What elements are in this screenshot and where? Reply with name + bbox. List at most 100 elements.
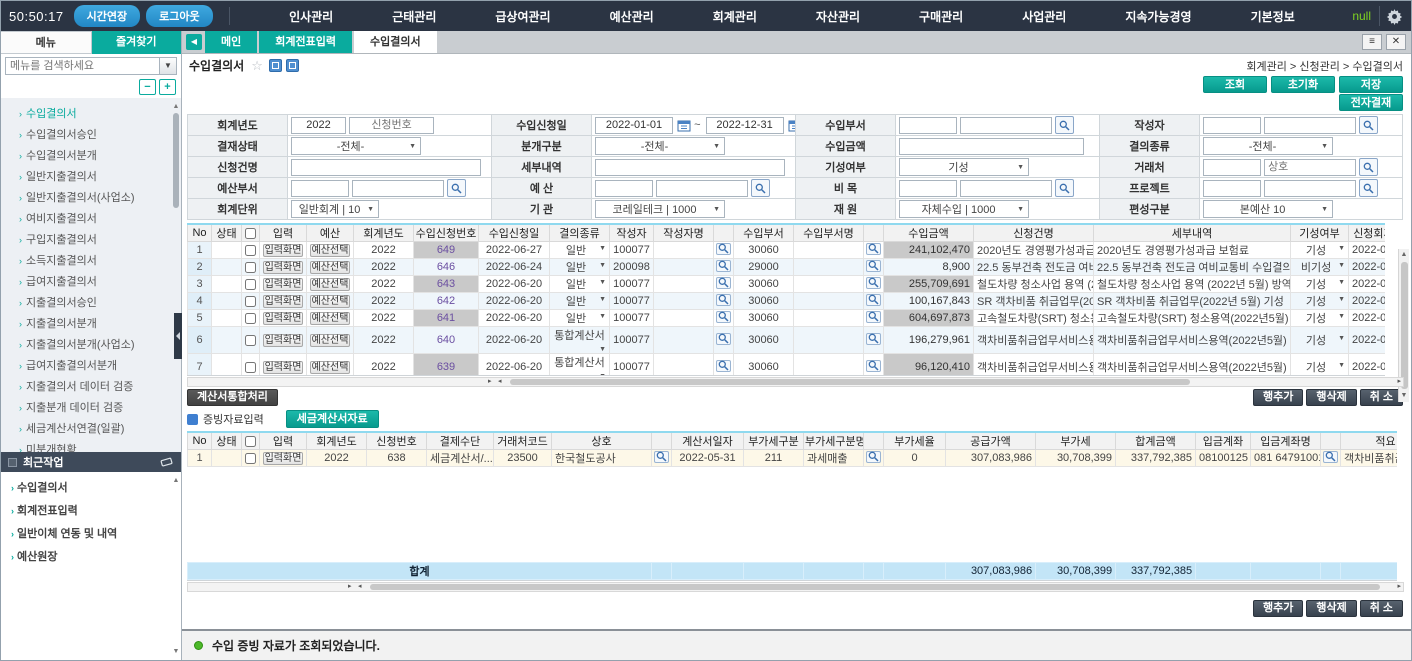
income-date-to-input[interactable] [706,117,784,134]
expand-all-button[interactable]: + [159,79,176,95]
refresh-icon[interactable] [269,59,282,72]
invoice-merge-button[interactable]: 계산서통합처리 [187,389,278,406]
sidebar-item[interactable]: ›급여지출결의서 [1,272,181,293]
search-icon[interactable] [866,451,881,463]
logout-button[interactable]: 로그아웃 [146,5,212,27]
budget-name-input[interactable] [656,180,748,197]
search-icon[interactable] [866,277,881,289]
row-checkbox[interactable] [245,262,256,273]
search-icon[interactable] [1359,179,1378,197]
search-icon[interactable] [1055,179,1074,197]
scroll-down-icon[interactable]: ▼ [172,647,180,656]
chevron-down-icon[interactable]: ▼ [1338,313,1345,320]
recent-item[interactable]: ›일반이체 연동 및 내역 [1,523,181,546]
grid-horizontal-scrollbar[interactable]: ▸ ◂ ▸ [187,377,1404,387]
row-checkbox[interactable] [245,245,256,256]
select-all-checkbox[interactable] [245,228,256,239]
sidebar-item[interactable]: ›지출결의서분개(사업소) [1,335,181,356]
collapse-all-button[interactable]: − [139,79,156,95]
sidebar-item[interactable]: ›지출결의서 데이터 검증 [1,377,181,398]
scroll-up-icon[interactable]: ▲ [172,476,180,485]
chevron-down-icon[interactable]: ▼ [599,373,606,376]
income-grid-row[interactable]: 4입력화면예산선택20226422022-06-20일반▼10007730060… [188,293,1386,310]
scroll-left-icon[interactable]: ◂ [498,378,502,386]
scroll-left-icon[interactable]: ◂ [358,583,362,591]
income-grid-row[interactable]: 5입력화면예산선택20226412022-06-20일반▼10007730060… [188,310,1386,327]
budget-dept-name-input[interactable] [352,180,444,197]
request-name-input[interactable] [291,159,481,176]
chevron-down-icon[interactable]: ▼ [599,313,606,320]
chevron-down-icon[interactable]: ▼ [1338,262,1345,269]
scroll-right-icon[interactable]: ▸ [348,583,352,591]
chevron-down-icon[interactable]: ▼ [599,279,606,286]
search-icon[interactable] [866,333,881,345]
gear-icon[interactable] [1386,8,1403,25]
chevron-down-icon[interactable]: ▼ [1338,335,1345,342]
scroll-right-icon[interactable]: ▸ [1397,378,1401,386]
recent-scrollbar[interactable]: ▲ ▼ [172,476,180,656]
row-checkbox[interactable] [245,296,256,307]
writer-code-input[interactable] [1203,117,1261,134]
search-icon[interactable] [654,451,669,463]
nav-menu-근태관리[interactable]: 근태관리 [392,8,436,25]
income-grid-row[interactable]: 6입력화면예산선택20226402022-06-20통합계산서▼10007730… [188,327,1386,354]
completion-select[interactable]: 기성▼ [899,158,1029,176]
search-icon[interactable] [866,260,881,272]
income-grid-row[interactable]: 2입력화면예산선택20226462022-06-24일반▼20009829000… [188,259,1386,276]
row-checkbox[interactable] [245,453,256,464]
writer-name-input[interactable] [1264,117,1356,134]
new-window-icon[interactable] [286,59,299,72]
cancel-button[interactable]: 취 소 [1360,600,1403,617]
input-screen-button[interactable]: 입력화면 [263,361,303,374]
sidebar-tab-favorites[interactable]: 즐겨찾기 [92,31,182,54]
chevron-down-icon[interactable]: ▼ [159,57,177,75]
scroll-right-icon[interactable]: ▸ [488,378,492,386]
save-button[interactable]: 저장 [1339,76,1403,93]
row-checkbox[interactable] [245,335,256,346]
scrollbar-thumb[interactable] [173,113,179,208]
nav-menu-사업관리[interactable]: 사업관리 [1022,8,1066,25]
search-icon[interactable] [866,360,881,372]
sidebar-item[interactable]: ›일반지출결의서 [1,167,181,188]
account-unit-select[interactable]: 일반회계 | 10▼ [291,200,379,218]
recent-item[interactable]: ›수입결의서 [1,477,181,500]
recent-item[interactable]: ›예산원장 [1,546,181,569]
sidebar-item[interactable]: ›소득지출결의서 [1,251,181,272]
fiscal-year-input[interactable] [291,117,346,134]
nav-menu-인사관리[interactable]: 인사관리 [289,8,333,25]
row-delete-button[interactable]: 행삭제 [1306,389,1356,406]
search-icon[interactable] [716,360,731,372]
budget-select-button[interactable]: 예산선택 [310,244,350,257]
search-button[interactable]: 조회 [1203,76,1267,93]
sidebar-item[interactable]: ›구입지출결의서 [1,230,181,251]
income-grid-row[interactable]: 7입력화면예산선택20226392022-06-20통합계산서▼10007730… [188,354,1386,377]
sidebar-item[interactable]: ›미분개현황 [1,440,181,452]
scroll-up-icon[interactable]: ▲ [1399,250,1409,260]
select-all-checkbox[interactable] [245,436,256,447]
close-icon[interactable]: ✕ [1386,34,1406,50]
approval-status-select[interactable]: -전체-▼ [291,137,421,155]
scrollbar-thumb[interactable] [1401,262,1408,389]
calendar-icon[interactable] [787,117,796,133]
sidebar-item[interactable]: ›지출결의서분개 [1,314,181,335]
row-checkbox[interactable] [245,362,256,373]
fund-select[interactable]: 자체수입 | 1000▼ [899,200,1029,218]
chevron-down-icon[interactable]: ▼ [599,296,606,303]
request-no-input[interactable] [349,117,434,134]
chevron-down-icon[interactable]: ▼ [1338,362,1345,369]
project-name-input[interactable] [1264,180,1356,197]
sidebar-item[interactable]: ›세금계산서연결(일괄) [1,419,181,440]
search-icon[interactable] [866,294,881,306]
search-icon[interactable] [1359,116,1378,134]
input-screen-button[interactable]: 입력화면 [263,295,303,308]
nav-menu-회계관리[interactable]: 회계관리 [713,8,757,25]
income-dept-name-input[interactable] [960,117,1052,134]
income-grid-row[interactable]: 1입력화면예산선택20226492022-06-27일반▼10007730060… [188,242,1386,259]
budget-code-input[interactable] [595,180,653,197]
search-icon[interactable] [716,243,731,255]
scrollbar-thumb[interactable] [370,584,1380,590]
sidebar-tab-menu[interactable]: 메뉴 [1,31,92,54]
budget-select-button[interactable]: 예산선택 [310,312,350,325]
detail-desc-input[interactable] [595,159,785,176]
scroll-right-icon[interactable]: ▸ [1397,583,1401,591]
